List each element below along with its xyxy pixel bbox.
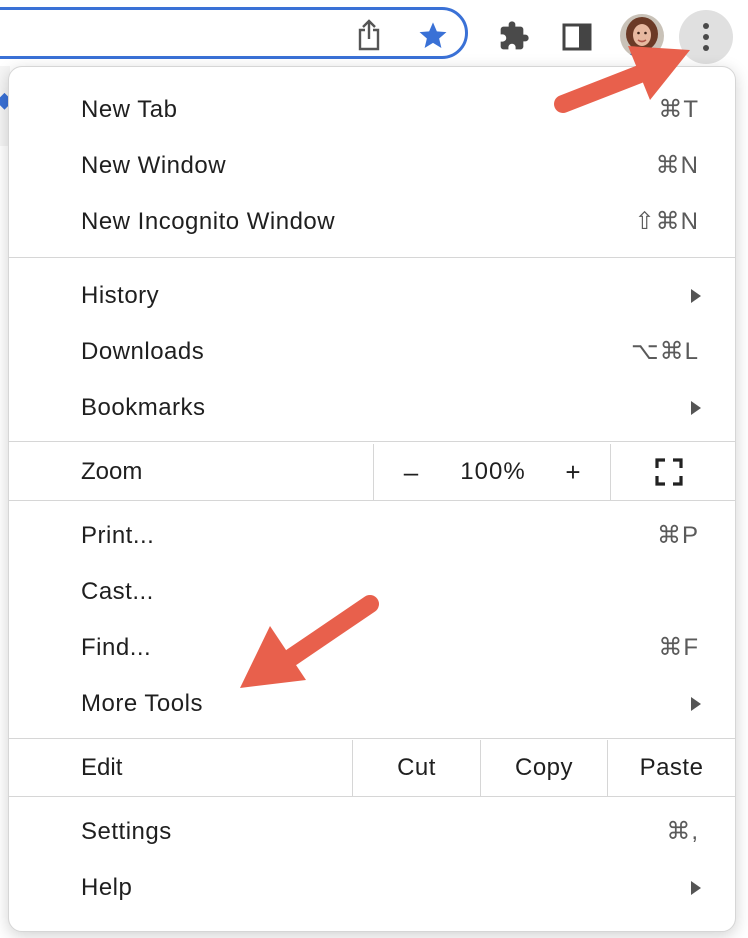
menu-item-downloads[interactable]: Downloads ⌥⌘L (9, 324, 735, 380)
menu-item-label: Cast... (81, 578, 154, 605)
menu-item-new-incognito-window[interactable]: New Incognito Window ⇧⌘N (9, 194, 735, 250)
edit-row: Edit Cut Copy Paste (9, 740, 735, 796)
menu-separator (9, 441, 735, 442)
menu-item-find[interactable]: Find... ⌘F (9, 620, 735, 676)
zoom-label: Zoom (81, 458, 143, 485)
menu-item-label: Settings (81, 818, 172, 845)
menu-item-help[interactable]: Help (9, 860, 735, 916)
share-icon[interactable] (352, 18, 386, 52)
menu-item-label: New Window (81, 152, 227, 179)
address-bar[interactable] (0, 7, 468, 59)
edit-label: Edit (81, 754, 123, 781)
more-options-icon[interactable] (679, 10, 733, 64)
shortcut-label: ⌘, (666, 818, 699, 845)
cut-button[interactable]: Cut (353, 740, 480, 796)
menu-item-label: Find... (81, 634, 152, 661)
zoom-divider (373, 444, 374, 500)
zoom-level: 100% (460, 458, 526, 485)
menu-separator (9, 257, 735, 258)
menu-item-label: New Incognito Window (81, 208, 336, 235)
menu-item-new-window[interactable]: New Window ⌘N (9, 138, 735, 194)
fullscreen-icon[interactable] (655, 458, 683, 486)
submenu-arrow-icon (691, 289, 701, 303)
shortcut-label: ⇧⌘N (634, 208, 699, 235)
menu-item-label: Downloads (81, 338, 205, 365)
bookmark-star-icon[interactable] (415, 18, 451, 54)
menu-item-label: More Tools (81, 690, 203, 717)
extensions-icon[interactable] (496, 18, 532, 54)
zoom-divider (610, 444, 611, 500)
menu-item-label: Print... (81, 522, 155, 549)
shortcut-label: ⌘F (658, 634, 699, 661)
zoom-out-button[interactable]: – (381, 444, 441, 500)
menu-separator (9, 500, 735, 501)
copy-button[interactable]: Copy (481, 740, 607, 796)
menu-item-label: Bookmarks (81, 394, 206, 421)
shortcut-label: ⌘P (656, 522, 699, 549)
menu-separator (9, 738, 735, 739)
submenu-arrow-icon (691, 401, 701, 415)
menu-item-cast[interactable]: Cast... (9, 564, 735, 620)
shortcut-label: ⌥⌘L (630, 338, 699, 365)
menu-item-settings[interactable]: Settings ⌘, (9, 804, 735, 860)
zoom-row: Zoom – 100% + (9, 444, 735, 500)
menu-item-print[interactable]: Print... ⌘P (9, 508, 735, 564)
chrome-menu: New Tab ⌘T New Window ⌘N New Incognito W… (8, 66, 736, 932)
menu-item-more-tools[interactable]: More Tools (9, 676, 735, 732)
menu-item-history[interactable]: History (9, 268, 735, 324)
shortcut-label: ⌘T (658, 96, 699, 123)
menu-item-bookmarks[interactable]: Bookmarks (9, 380, 735, 436)
submenu-arrow-icon (691, 881, 701, 895)
zoom-in-button[interactable]: + (543, 444, 603, 500)
menu-item-new-tab[interactable]: New Tab ⌘T (9, 82, 735, 138)
side-panel-icon[interactable] (560, 20, 594, 54)
submenu-arrow-icon (691, 697, 701, 711)
paste-button[interactable]: Paste (608, 740, 735, 796)
menu-separator (9, 796, 735, 797)
menu-item-label: History (81, 282, 160, 309)
shortcut-label: ⌘N (655, 152, 699, 179)
menu-item-label: Help (81, 874, 133, 901)
browser-toolbar (0, 0, 748, 66)
chevron-icon: ◆ (0, 87, 13, 112)
menu-item-label: New Tab (81, 96, 178, 123)
avatar[interactable] (620, 14, 664, 58)
